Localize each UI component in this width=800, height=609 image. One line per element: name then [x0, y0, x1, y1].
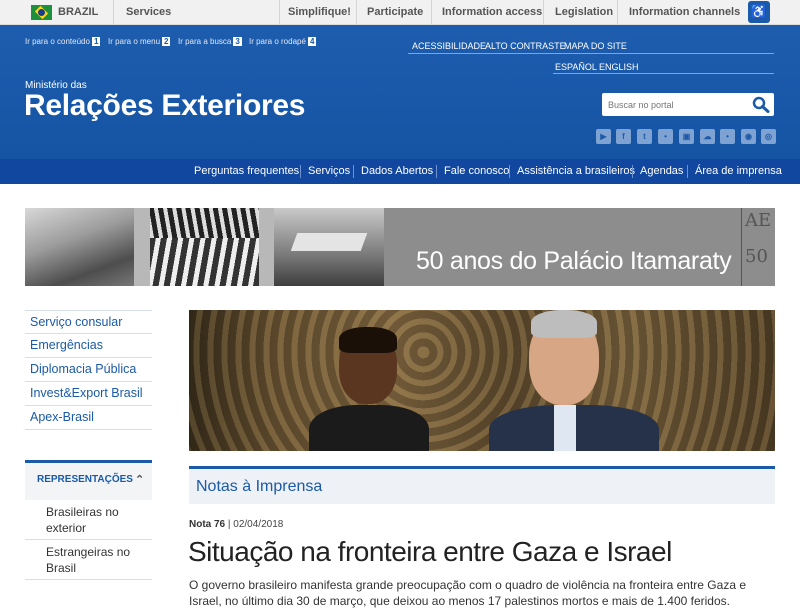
- govbar-simplifique[interactable]: Simplifique!: [288, 6, 351, 18]
- search-input[interactable]: [602, 93, 750, 116]
- banner-gap: [259, 208, 274, 286]
- sidebar-apex-brasil[interactable]: Apex-Brasil: [25, 406, 152, 430]
- high-contrast-link[interactable]: ALTO CONTRASTE: [485, 41, 566, 51]
- rep-foreign-in-brazil[interactable]: Estrangeiras no Brasil: [25, 540, 152, 580]
- divider: [356, 0, 357, 25]
- rep-brazilian-abroad[interactable]: Brasileiras no exterior: [25, 500, 152, 540]
- sidebar-consular-service[interactable]: Serviço consular: [25, 310, 152, 334]
- skip-link-label: Ir para o rodapé: [249, 37, 306, 46]
- banner-50-anos[interactable]: 50 anos do Palácio Itamaraty AE 50: [25, 208, 775, 286]
- banner-photo: [25, 208, 134, 286]
- banner-logo-bottom: 50: [745, 246, 768, 267]
- tapestry-background: [189, 310, 775, 451]
- govbar-services[interactable]: Services: [126, 6, 171, 18]
- divider: [279, 0, 280, 25]
- skip-link-footer[interactable]: Ir para o rodapé 4: [249, 37, 317, 46]
- divider: [687, 165, 688, 178]
- divider: [509, 165, 510, 178]
- nav-press-area[interactable]: Área de imprensa: [695, 165, 782, 177]
- sidebar-invest-export[interactable]: Invest&Export Brasil: [25, 382, 152, 406]
- note-number: Nota 76: [189, 519, 226, 530]
- banner-photo: [150, 208, 259, 286]
- sidebar-public-diplomacy[interactable]: Diplomacia Pública: [25, 358, 152, 382]
- nav-agendas[interactable]: Agendas: [640, 165, 683, 177]
- brazil-flag-icon: [31, 5, 52, 20]
- site-title[interactable]: Relações Exteriores: [24, 89, 305, 123]
- instagram-icon[interactable]: ▣: [679, 129, 694, 144]
- accessibility-icon[interactable]: ♿: [748, 1, 770, 23]
- nav-faq[interactable]: Perguntas frequentes: [194, 165, 299, 177]
- nav-contact[interactable]: Fale conosco: [444, 165, 509, 177]
- youtube-icon[interactable]: ▶: [596, 129, 611, 144]
- banner-photo: [274, 208, 384, 286]
- divider: [113, 0, 114, 25]
- facebook-icon[interactable]: f: [616, 129, 631, 144]
- divider: [632, 165, 633, 178]
- skip-link-key: 3: [233, 37, 242, 46]
- soundcloud-icon[interactable]: ☁: [700, 129, 715, 144]
- divider: [431, 0, 432, 25]
- divider: [543, 0, 544, 25]
- rss-icon[interactable]: ◉: [741, 129, 756, 144]
- site-header: Ir para o conteúdo 1 Ir para o menu 2 Ir p…: [0, 25, 800, 159]
- divider: [408, 53, 774, 54]
- main-nav: Perguntas frequentes Serviços Dados Aber…: [0, 159, 800, 184]
- government-bar: BRAZIL Services Simplifique! Participate…: [0, 0, 800, 25]
- tumblr-icon[interactable]: •: [720, 129, 735, 144]
- banner-gap: [134, 208, 150, 286]
- banner-logo: AE 50: [741, 208, 772, 286]
- skip-link-key: 2: [162, 37, 171, 46]
- representations-heading: REPRESENTAÇÕES: [37, 474, 133, 485]
- accessibility-link[interactable]: ACESSIBILIDADE: [412, 41, 486, 51]
- divider: [617, 0, 618, 25]
- banner-title: 50 anos do Palácio Itamaraty: [416, 247, 732, 275]
- skip-link-content[interactable]: Ir para o conteúdo 1: [25, 37, 101, 46]
- skip-link-label: Ir para o menu: [108, 37, 161, 46]
- article-date: 02/04/2018: [233, 519, 284, 530]
- skip-link-key: 4: [307, 37, 317, 46]
- twitter-icon[interactable]: t: [637, 129, 652, 144]
- section-heading[interactable]: Notas à Imprensa: [189, 466, 775, 504]
- banner-logo-top: AE: [745, 210, 772, 231]
- search-icon[interactable]: [752, 96, 770, 113]
- skip-link-search[interactable]: Ir para a busca 3: [178, 37, 242, 46]
- divider: [553, 73, 774, 74]
- govbar-information-channels[interactable]: Information channels: [629, 6, 740, 18]
- sitemap-link[interactable]: MAPA DO SITE: [564, 41, 627, 51]
- sidebar-emergencies[interactable]: Emergências: [25, 334, 152, 358]
- skip-link-label: Ir para o conteúdo: [25, 37, 90, 46]
- divider: [436, 165, 437, 178]
- skip-link-key: 1: [91, 37, 101, 46]
- govbar-participate[interactable]: Participate: [367, 6, 423, 18]
- search-box: [602, 93, 774, 116]
- news-photo[interactable]: [189, 310, 775, 451]
- govbar-legislation[interactable]: Legislation: [555, 6, 613, 18]
- person-left: [309, 325, 429, 451]
- divider: [353, 165, 354, 178]
- person-right: [489, 310, 659, 451]
- divider: [300, 165, 301, 178]
- article-meta: Nota 76 | 02/04/2018: [189, 519, 284, 530]
- lang-espanol-link[interactable]: ESPAÑOL: [555, 62, 597, 72]
- country-label[interactable]: BRAZIL: [58, 6, 98, 18]
- skip-link-label: Ir para a busca: [178, 37, 232, 46]
- other-social-icon[interactable]: ◎: [761, 129, 776, 144]
- skip-link-menu[interactable]: Ir para o menu 2: [108, 37, 171, 46]
- article-body: O governo brasileiro manifesta grande pr…: [189, 578, 746, 608]
- lang-english-link[interactable]: ENGLISH: [599, 62, 639, 72]
- article-title[interactable]: Situação na fronteira entre Gaza e Israe…: [188, 536, 672, 568]
- nav-services[interactable]: Serviços: [308, 165, 350, 177]
- representations-toggle[interactable]: REPRESENTAÇÕES ⌃: [25, 460, 152, 500]
- chevron-up-icon: ⌃: [135, 474, 145, 486]
- govbar-information-access[interactable]: Information access: [442, 6, 542, 18]
- flickr-icon[interactable]: •: [658, 129, 673, 144]
- nav-assistance[interactable]: Assistência a brasileiros: [517, 165, 635, 177]
- nav-open-data[interactable]: Dados Abertos: [361, 165, 433, 177]
